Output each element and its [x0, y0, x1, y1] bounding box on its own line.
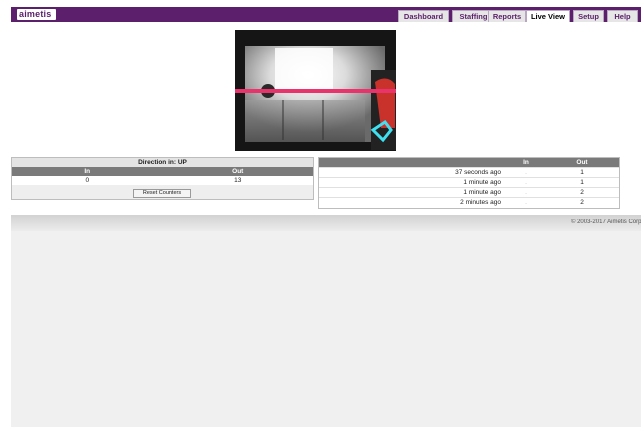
row-in: . — [525, 199, 527, 206]
top-navigation-bar: aimetis Dashboard Staffing Reports Live … — [11, 7, 641, 22]
table-row: 1 minute ago . 1 — [319, 177, 619, 187]
count-history-table: In Out 37 seconds ago . 1 1 minute ago .… — [318, 157, 620, 209]
column-out-header: Out — [232, 168, 244, 175]
reset-counters-button[interactable]: Reset Counters — [133, 189, 191, 198]
time-column-header — [319, 158, 505, 167]
counting-line — [235, 89, 396, 93]
table-row: 2 minutes ago . 2 — [319, 197, 619, 207]
camera-frame-image — [235, 30, 396, 151]
direction-counter-panel: Direction in: UP In Out 0 13 Reset Count… — [11, 157, 314, 200]
tab-help[interactable]: Help — [607, 10, 638, 22]
live-camera-view — [235, 30, 396, 151]
out-count: 13 — [234, 177, 242, 184]
aimetis-logo: aimetis — [17, 9, 56, 20]
table-row: 37 seconds ago . 1 — [319, 167, 619, 177]
tab-setup[interactable]: Setup — [573, 10, 604, 22]
row-out: 1 — [580, 169, 584, 176]
tab-reports[interactable]: Reports — [488, 10, 526, 22]
row-in: . — [525, 189, 527, 196]
row-time: 1 minute ago — [463, 179, 501, 186]
row-out: 2 — [580, 199, 584, 206]
history-header-row: In Out — [319, 158, 619, 167]
in-count: 0 — [85, 177, 90, 184]
row-out: 1 — [580, 179, 584, 186]
in-column-header: In — [523, 159, 529, 166]
direction-header-row: In Out — [12, 167, 313, 176]
tab-live-view[interactable]: Live View — [526, 10, 570, 22]
row-time: 1 minute ago — [463, 189, 501, 196]
row-time: 2 minutes ago — [460, 199, 501, 206]
direction-values-row: 0 13 — [12, 176, 313, 185]
out-column-header: Out — [576, 159, 588, 166]
column-in-header: In — [84, 168, 91, 175]
copyright-text: © 2003-2017 Aimetis Corp. — [571, 219, 641, 225]
page-footer-area: © 2003-2017 Aimetis Corp. — [11, 215, 641, 427]
tab-dashboard[interactable]: Dashboard — [398, 10, 449, 22]
row-out: 2 — [580, 189, 584, 196]
row-in: . — [525, 179, 527, 186]
table-row: 1 minute ago . 2 — [319, 187, 619, 197]
direction-title: Direction in: UP — [12, 158, 313, 167]
footer-band: © 2003-2017 Aimetis Corp. — [11, 215, 641, 231]
row-in: . — [525, 169, 527, 176]
row-time: 37 seconds ago — [455, 169, 501, 176]
